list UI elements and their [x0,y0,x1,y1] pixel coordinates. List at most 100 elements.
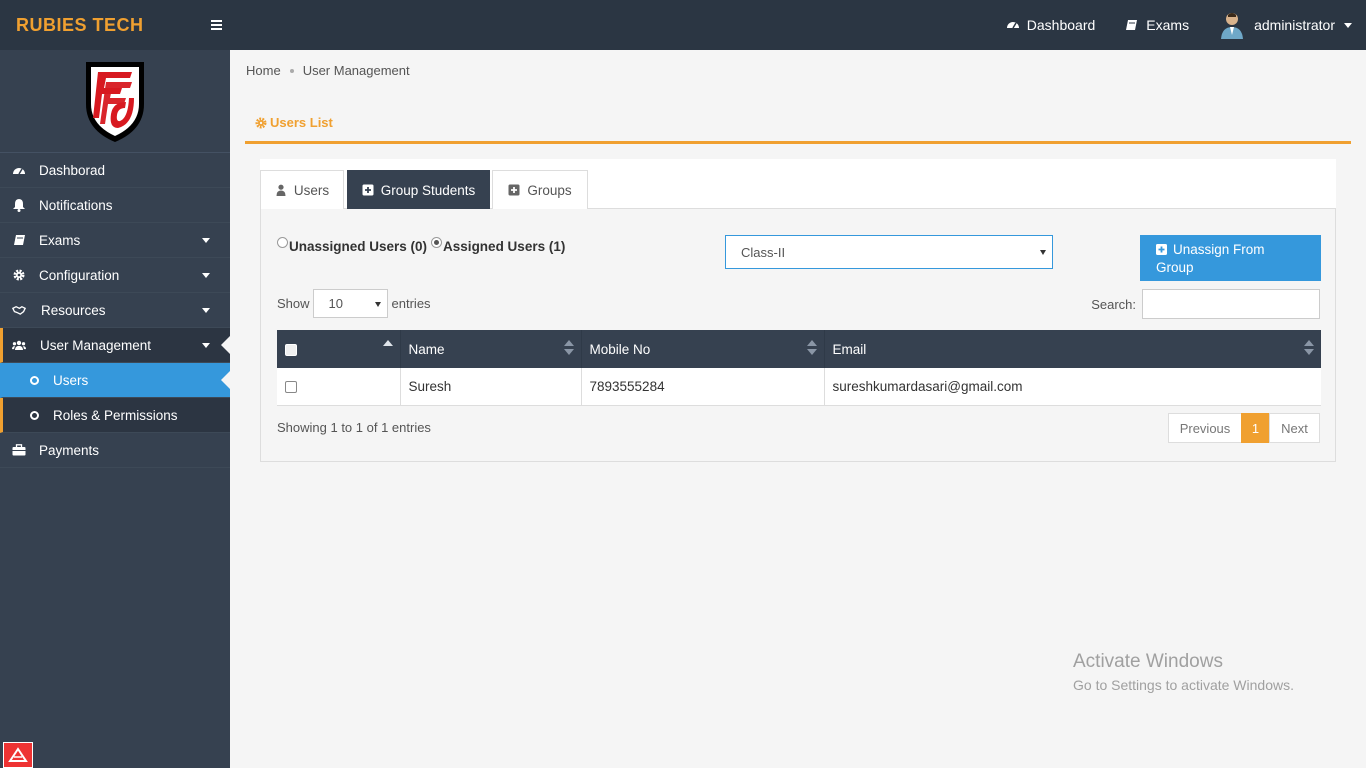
sidebar-item-label: Notifications [39,197,113,213]
select-all-header[interactable] [277,330,400,368]
column-label: Name [408,341,445,357]
row-checkbox[interactable] [285,381,297,394]
column-header-email[interactable]: Email [823,330,1321,368]
dashboard-icon [1006,22,1019,29]
sidebar-item-label: Exams [39,232,81,248]
top-dashboard-label: Dashboard [1026,17,1096,33]
page-length-control: Show 10 entries [277,289,431,318]
sidebar-item-user-management[interactable]: User Management [0,328,230,363]
breadcrumb-home[interactable]: Home [246,63,281,78]
book-icon [1126,20,1138,30]
column-header-mobile[interactable]: Mobile No [580,330,824,368]
chevron-down-icon [202,308,210,313]
sidebar-item-label: User Management [40,337,152,353]
column-header-name[interactable]: Name [399,330,581,368]
menu-toggle-icon[interactable] [204,13,228,37]
main-content: Home User Management Users List Users Gr… [230,50,1366,768]
sidebar-item-exams[interactable]: Exams [0,223,230,258]
users-icon [12,340,26,350]
sidebar-item-configuration[interactable]: Configuration [0,258,230,293]
chevron-down-icon [202,238,210,243]
chevron-down-icon [1344,22,1352,28]
assigned-radio[interactable] [431,237,443,248]
gear-icon [13,269,25,281]
assigned-label[interactable]: Assigned Users (1) [443,239,565,254]
caret-down-icon [1040,250,1046,255]
tab-content: Unassigned Users (0) Assigned Users (1) … [260,209,1336,462]
brand-name[interactable]: RUBIES TECH [16,15,144,36]
tab-label: Group Students [380,182,476,198]
assignment-filter: Unassigned Users (0) Assigned Users (1) [277,237,565,254]
briefcase-icon [12,444,26,456]
previous-page-button[interactable]: Previous [1168,413,1242,443]
cell-email: sureshkumardasari@gmail.com [823,368,1321,406]
show-label: Show [277,296,310,311]
page-header: Users List [245,115,1351,144]
app-badge-icon[interactable] [3,742,33,768]
avatar [1221,13,1244,39]
sort-icon[interactable] [806,340,817,356]
sidebar-item-notifications[interactable]: Notifications [0,188,230,223]
unassign-label-line2: Group [1156,260,1194,275]
cell-mobile: 7893555284 [580,368,824,406]
tab-users[interactable]: Users [260,170,344,209]
pagination: Previous 1 Next [1168,413,1320,443]
unassigned-label[interactable]: Unassigned Users (0) [289,239,427,254]
book-icon [13,234,25,245]
unassign-from-group-button[interactable]: Unassign From Group [1140,235,1321,281]
sidebar-item-resources[interactable]: Resources [0,293,230,328]
unassigned-radio[interactable] [277,237,288,248]
tab-bar: Users Group Students Groups [260,159,1336,209]
sidebar-subitem-users[interactable]: Users [0,363,230,398]
chevron-down-icon [202,273,210,278]
top-dashboard-link[interactable]: Dashboard [1006,17,1096,33]
tab-label: Groups [527,182,572,198]
page-title: Users List [270,115,333,130]
sidebar-item-dashboard[interactable]: Dashborad [0,153,230,188]
page-length-select[interactable]: 10 [312,289,388,318]
watermark-title: Activate Windows [1073,651,1223,672]
sort-icon[interactable] [563,340,574,356]
user-name: administrator [1254,17,1335,33]
tab-groups[interactable]: Groups [492,170,588,209]
sidebar-subitem-label: Roles & Permissions [53,407,178,423]
students-table: Name Mobile No Email Suresh 7893555284 s… [277,330,1321,406]
tab-label: Users [293,182,330,198]
plus-square-icon [362,184,374,196]
class-select-value: Class-II [741,244,786,260]
entries-label: entries [391,296,431,311]
sidebar-item-label: Payments [39,442,100,458]
handshake-icon [12,305,26,315]
page-length-value: 10 [328,296,343,311]
search-label: Search: [1091,296,1136,312]
tab-group-students[interactable]: Group Students [347,170,490,209]
column-label: Email [832,341,867,357]
search-control: Search: [1091,289,1320,319]
table-header-row: Name Mobile No Email [277,330,1321,368]
top-navbar: RUBIES TECH Dashboard Exams administrato… [0,0,1366,50]
sidebar-item-payments[interactable]: Payments [0,433,230,468]
breadcrumb: Home User Management [246,63,410,78]
user-menu[interactable]: administrator [1219,11,1352,39]
sort-icon[interactable] [1304,340,1314,356]
next-page-button[interactable]: Next [1269,413,1320,443]
logo [0,50,230,153]
class-select[interactable]: Class-II [725,235,1053,269]
top-exams-link[interactable]: Exams [1125,17,1189,33]
table-row: Suresh 7893555284 sureshkumardasari@gmai… [277,368,1321,406]
sort-asc-icon[interactable] [382,340,393,356]
sidebar-subitem-roles-permissions[interactable]: Roles & Permissions [0,398,230,433]
breadcrumb-current: User Management [302,63,410,78]
ffc-crest-logo [86,62,144,142]
top-exams-label: Exams [1146,17,1190,33]
select-all-checkbox[interactable] [285,343,297,356]
page-number-button[interactable]: 1 [1241,413,1270,443]
unassign-label-line1: Unassign From [1173,242,1265,257]
search-input[interactable] [1142,289,1320,319]
cell-name: Suresh [399,368,581,406]
breadcrumb-separator [289,68,294,73]
sidebar-item-label: Configuration [39,267,120,283]
windows-activation-watermark: Activate Windows Go to Settings to activ… [1073,651,1294,693]
brand-area: RUBIES TECH [0,0,230,50]
badge-glyph-icon [8,747,28,762]
